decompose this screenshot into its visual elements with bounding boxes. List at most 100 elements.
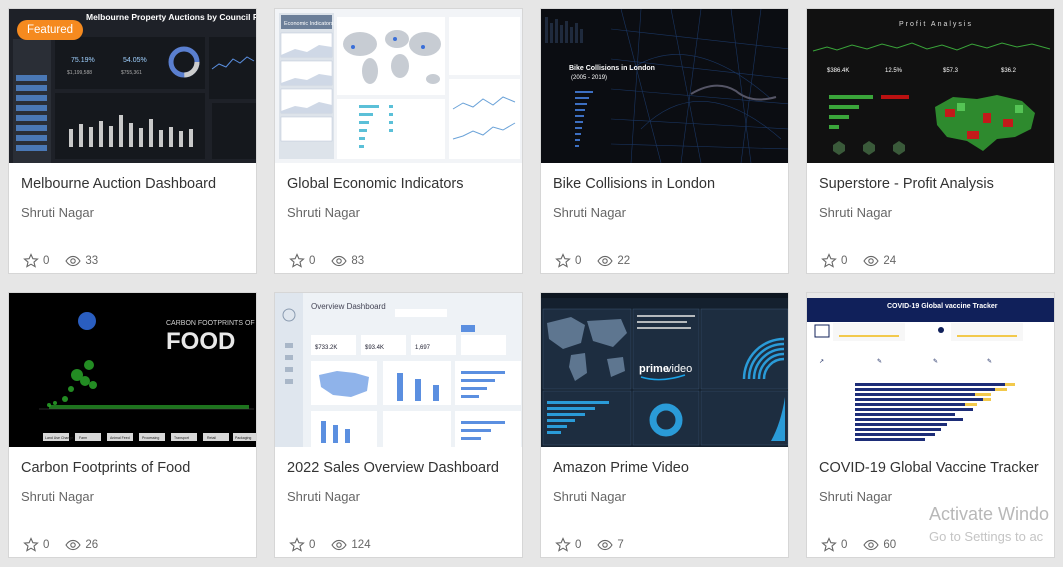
card-author[interactable]: Shruti Nagar: [287, 205, 360, 220]
card-author[interactable]: Shruti Nagar: [21, 205, 94, 220]
card-sales-overview[interactable]: Overview Dashboard $733.2K $93.4K 1,697 …: [274, 292, 523, 558]
star-icon[interactable]: [555, 253, 571, 269]
thumb-logo1: prime: [639, 363, 669, 375]
thumb-kpi-4: $36.2: [1001, 68, 1017, 74]
star-count: 0: [309, 255, 316, 267]
card-superstore-profit[interactable]: Profit Analysis $386.4K 12.5% $57.3 $36.…: [806, 8, 1055, 274]
card-title[interactable]: Carbon Footprints of Food: [21, 460, 190, 476]
card-bike-collisions[interactable]: Bike Collisions in London (2005 - 2019) …: [540, 8, 789, 274]
thumbnail-covid-vaccine[interactable]: COVID-19 Global vaccine Tracker ↗ ✎ ✎ ✎: [807, 293, 1054, 447]
thumbnail-global-economic[interactable]: Economic Indicators: [275, 9, 522, 163]
thumb-kpi-3: 1,697: [415, 345, 431, 351]
eye-icon: [863, 537, 880, 553]
thumbnail-bike-collisions[interactable]: Bike Collisions in London (2005 - 2019): [541, 9, 788, 163]
card-stats: 0 124: [289, 537, 387, 553]
star-icon[interactable]: [821, 537, 837, 553]
eye-icon: [331, 253, 348, 269]
card-stats: 0 83: [289, 253, 380, 269]
view-count: 124: [351, 539, 371, 551]
thumb-tab: Animal Feed: [110, 436, 130, 440]
star-count: 0: [841, 255, 848, 267]
card-author[interactable]: Shruti Nagar: [287, 489, 360, 504]
star-icon[interactable]: [821, 253, 837, 269]
card-stats: 0 60: [821, 537, 912, 553]
thumb-tab: Farm: [79, 436, 87, 440]
star-count: 0: [43, 255, 50, 267]
windows-activation-watermark: Activate Windo: [929, 504, 1050, 524]
card-author[interactable]: Shruti Nagar: [21, 489, 94, 504]
view-count: 26: [85, 539, 99, 551]
featured-badge: Featured: [17, 20, 84, 40]
star-icon[interactable]: [555, 537, 571, 553]
thumbnail-amazon-prime[interactable]: prime video: [541, 293, 788, 447]
star-icon[interactable]: [289, 253, 305, 269]
card-stats: 0 33: [23, 253, 114, 269]
view-count: 7: [617, 539, 624, 551]
thumb-tab: Transport: [174, 436, 189, 440]
thumb-kpi-3: $1,199,588: [67, 70, 92, 76]
thumb-tab: Land Use Change: [45, 436, 73, 440]
card-melbourne-auction[interactable]: Melbourne Property Auctions by Council R…: [8, 8, 257, 274]
card-carbon-footprints[interactable]: CARBON FOOTPRINTS OF FOOD Land Use Chang…: [8, 292, 257, 558]
thumbnail-carbon-footprints[interactable]: CARBON FOOTPRINTS OF FOOD Land Use Chang…: [9, 293, 256, 447]
thumb-heading: COVID-19 Global vaccine Tracker: [887, 303, 998, 310]
thumb-logo2: video: [666, 363, 692, 375]
thumb-tab: Processing: [142, 436, 159, 440]
thumb-heading: Profit Analysis: [899, 21, 973, 28]
thumb-line2: FOOD: [166, 328, 235, 355]
eye-icon: [863, 253, 880, 269]
eye-icon: [65, 537, 82, 553]
star-icon[interactable]: [23, 253, 39, 269]
thumb-heading: Bike Collisions in London: [569, 65, 655, 72]
thumb-tab: Packaging: [235, 436, 251, 440]
star-icon[interactable]: [289, 537, 305, 553]
eye-icon: [597, 253, 614, 269]
star-count: 0: [309, 539, 316, 551]
card-global-economic[interactable]: Economic Indicators Global Economic Indi…: [274, 8, 523, 274]
thumb-panel-text: Economic Indicators: [284, 21, 334, 27]
thumb-kpi-1: $733.2K: [315, 345, 337, 351]
card-stats: 0 22: [555, 253, 646, 269]
card-amazon-prime[interactable]: prime video Amazon Prime Video Shruti Na…: [540, 292, 789, 558]
thumb-header-text: Melbourne Property Auctions by Council R…: [86, 12, 257, 22]
view-count: 33: [85, 255, 99, 267]
thumb-kpi-3: $57.3: [943, 68, 959, 74]
star-count: 0: [575, 539, 582, 551]
card-author[interactable]: Shruti Nagar: [819, 489, 892, 504]
thumb-kpi-2: $93.4K: [365, 345, 384, 351]
windows-activation-subtext: Go to Settings to ac: [929, 529, 1044, 544]
eye-icon: [331, 537, 348, 553]
svg-text:✎: ✎: [987, 358, 992, 365]
card-stats: 0 26: [23, 537, 114, 553]
card-author[interactable]: Shruti Nagar: [553, 489, 626, 504]
thumb-years: (2005 - 2019): [571, 75, 607, 81]
star-icon[interactable]: [23, 537, 39, 553]
view-count: 83: [351, 255, 365, 267]
card-title[interactable]: Bike Collisions in London: [553, 176, 715, 192]
card-title[interactable]: COVID-19 Global Vaccine Tracker: [819, 460, 1039, 476]
svg-text:↗: ↗: [819, 359, 824, 365]
view-count: 24: [883, 255, 897, 267]
card-stats: 0 24: [821, 253, 912, 269]
thumb-line1: CARBON FOOTPRINTS OF: [166, 320, 255, 327]
eye-icon: [597, 537, 614, 553]
star-count: 0: [841, 539, 848, 551]
view-count: 22: [617, 255, 631, 267]
thumbnail-sales-overview[interactable]: Overview Dashboard $733.2K $93.4K 1,697: [275, 293, 522, 447]
view-count: 60: [883, 539, 897, 551]
card-title[interactable]: Superstore - Profit Analysis: [819, 176, 994, 192]
card-title[interactable]: 2022 Sales Overview Dashboard: [287, 460, 499, 476]
card-stats: 0 7: [555, 537, 640, 553]
thumb-kpi-2: 12.5%: [885, 68, 903, 74]
thumbnail-superstore-profit[interactable]: Profit Analysis $386.4K 12.5% $57.3 $36.…: [807, 9, 1054, 163]
thumb-kpi-4: $755,361: [121, 70, 142, 76]
card-title[interactable]: Amazon Prime Video: [553, 460, 689, 476]
thumb-kpi-1: $386.4K: [827, 68, 849, 74]
card-author[interactable]: Shruti Nagar: [553, 205, 626, 220]
card-title[interactable]: Melbourne Auction Dashboard: [21, 176, 216, 192]
card-title[interactable]: Global Economic Indicators: [287, 176, 464, 192]
svg-text:✎: ✎: [877, 358, 882, 365]
thumb-kpi-1: 75.19%: [71, 57, 95, 64]
star-count: 0: [575, 255, 582, 267]
card-author[interactable]: Shruti Nagar: [819, 205, 892, 220]
